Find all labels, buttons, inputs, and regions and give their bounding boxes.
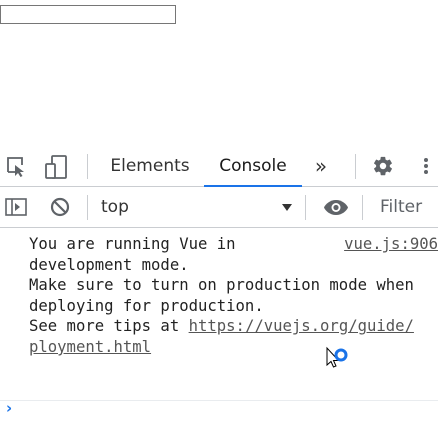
toolbar-divider [87, 195, 88, 220]
message-line: Make sure to turn on production mode whe… [29, 276, 414, 295]
toolbar-divider [355, 154, 356, 179]
docs-link-continued[interactable]: ployment.html [29, 338, 151, 356]
console-messages: You are running Vue in development mode.… [0, 229, 438, 425]
docs-link[interactable]: https://vuejs.org/guide/ [189, 317, 414, 335]
page-text-input[interactable] [0, 5, 176, 24]
inspect-element-icon[interactable] [6, 156, 28, 178]
console-prompt-icon[interactable]: › [6, 399, 12, 417]
tab-console-label: Console [219, 156, 287, 176]
devtools-panel: Elements Console » top Filter You are ru… [0, 146, 438, 425]
message-divider [0, 400, 438, 401]
filter-input[interactable]: Filter [380, 187, 422, 227]
device-toolbar-icon[interactable] [44, 154, 70, 180]
message-line: You are running Vue in [29, 235, 236, 253]
toolbar-divider [87, 154, 88, 179]
message-line: development mode. [29, 255, 189, 274]
console-toolbar: top Filter [0, 187, 438, 228]
context-dropdown-icon[interactable] [281, 203, 293, 212]
clear-console-icon[interactable] [49, 196, 71, 218]
message-line: deploying for production. [29, 296, 264, 315]
tab-console[interactable]: Console [204, 146, 302, 187]
context-selector[interactable]: top [101, 187, 129, 227]
mouse-cursor-busy-icon [326, 346, 348, 368]
message-tips-prefix: See more tips at [29, 317, 189, 336]
toolbar-divider [362, 195, 363, 220]
kebab-menu-icon[interactable] [420, 155, 432, 177]
source-location-link[interactable]: vue.js:906 [344, 234, 438, 255]
more-tabs-icon[interactable]: » [306, 146, 336, 186]
live-expression-eye-icon[interactable] [323, 199, 349, 216]
settings-gear-icon[interactable] [372, 155, 394, 177]
toolbar-divider [305, 195, 306, 220]
devtools-main-toolbar: Elements Console » [0, 146, 438, 187]
show-sidebar-icon[interactable] [5, 197, 27, 217]
tab-elements[interactable]: Elements [104, 146, 196, 186]
